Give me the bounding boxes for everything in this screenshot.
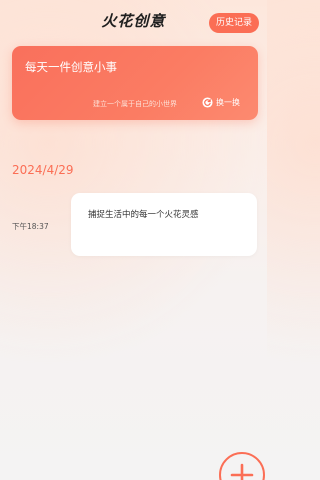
- inspiration-card: 每天一件创意小事 建立一个属于自己的小世界: [12, 46, 258, 120]
- inspiration-title: 每天一件创意小事: [25, 60, 117, 74]
- entry-card[interactable]: 捕捉生活中的每一个火花灵感: [71, 193, 257, 256]
- entry-text: 捕捉生活中的每一个火花灵感: [88, 210, 199, 220]
- plus-icon: [230, 463, 254, 480]
- history-button[interactable]: 历史记录: [209, 13, 259, 33]
- entry-time: 下午18:37: [12, 222, 49, 231]
- refresh-button[interactable]: 换一换: [202, 97, 240, 108]
- date-heading: 2024/4/29: [12, 163, 74, 177]
- refresh-label: 换一换: [216, 98, 240, 107]
- add-entry-button[interactable]: [219, 452, 265, 480]
- refresh-icon: [202, 97, 213, 108]
